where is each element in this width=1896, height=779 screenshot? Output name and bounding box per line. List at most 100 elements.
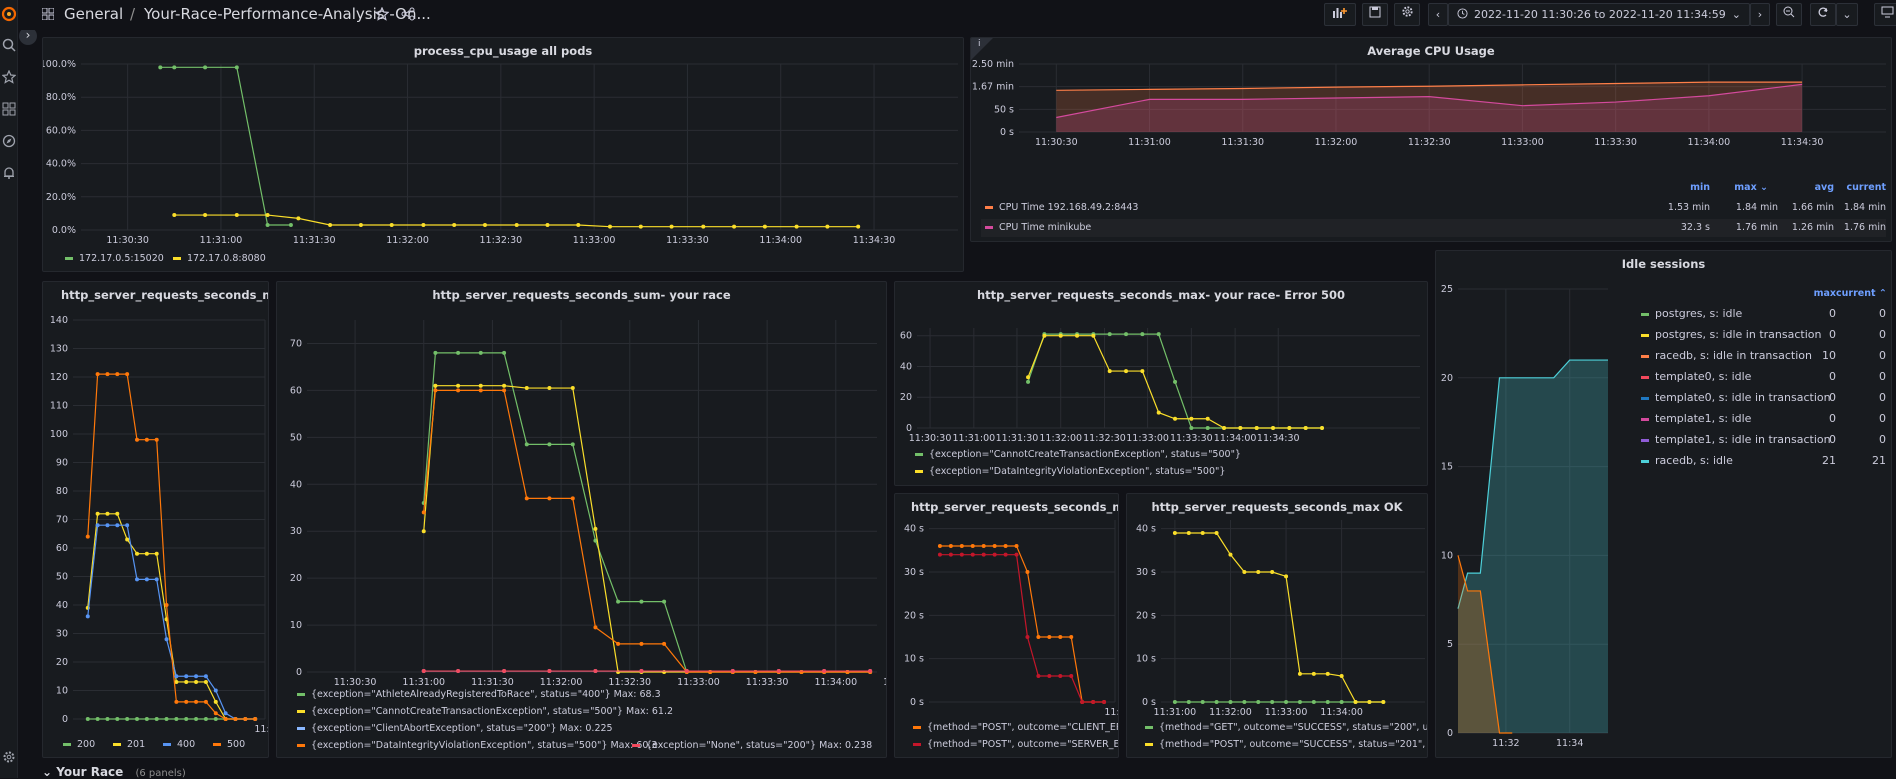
row-header-your-race[interactable]: ⌄ Your Race (6 panels) xyxy=(42,765,186,779)
y-tick-label: 10 s xyxy=(1136,654,1156,665)
legend-item[interactable]: {exception="CannotCreateTransactionExcep… xyxy=(915,449,1241,460)
x-tick-label: 11:30:30 xyxy=(106,235,149,246)
y-tick-label: 60 xyxy=(56,543,68,554)
gear-icon xyxy=(1401,6,1414,21)
legend-item[interactable]: {method="GET", outcome="SUCCESS", status… xyxy=(1145,722,1427,733)
zoom-out-button[interactable] xyxy=(1776,3,1802,26)
data-point xyxy=(1311,671,1316,676)
legend-item[interactable]: {exception="DataIntegrityViolationExcept… xyxy=(297,740,657,751)
series-line xyxy=(87,513,256,720)
legend-label: template0, s: idle in transaction xyxy=(1655,391,1831,404)
header-current[interactable]: current xyxy=(1836,179,1886,197)
x-tick-label: 11:34:30 xyxy=(1257,433,1300,444)
panel-avg-cpu[interactable]: i Average CPU Usage 0 s 50 s 1.67 min 2.50 … xyxy=(970,37,1892,242)
legend-label: 172.17.0.8:8080 xyxy=(187,253,266,264)
legend-row[interactable]: CPU Time 192.168.49.2:8443 1.53 min 1.84… xyxy=(981,199,1886,217)
data-point xyxy=(981,552,986,557)
legend-item[interactable]: 172.17.0.5:15020 xyxy=(65,253,164,264)
view-mode-button[interactable] xyxy=(1874,3,1896,26)
legend-row[interactable]: postgres, s: idle in transaction 0 0 xyxy=(1641,326,1886,344)
data-point xyxy=(105,717,110,721)
data-point xyxy=(1014,552,1019,557)
panel-req-sum[interactable]: http_server_requests_seconds_sum- your r… xyxy=(276,281,887,758)
chart-idle-sessions: 0 5 10 15 20 25 11:32 11:34 xyxy=(1441,284,1608,749)
header-max[interactable]: max xyxy=(1806,285,1836,303)
add-panel-button[interactable] xyxy=(1324,3,1356,26)
data-point xyxy=(1205,416,1210,421)
legend-label: {method="POST", outcome="CLIENT_ERR xyxy=(927,722,1119,733)
panel-idle-sessions[interactable]: Idle sessions 0 5 10 15 20 25 11:32 11:34 max c… xyxy=(1435,250,1892,758)
dashboard-settings-button[interactable] xyxy=(1394,3,1420,26)
header-max[interactable]: max ⌄ xyxy=(1718,179,1768,197)
legend-item[interactable]: {exception="DataIntegrityViolationExcept… xyxy=(915,466,1225,477)
star-icon[interactable] xyxy=(374,6,390,24)
header-min[interactable]: min xyxy=(1660,179,1710,197)
share-icon[interactable] xyxy=(401,7,415,24)
data-point xyxy=(125,537,130,542)
data-point xyxy=(1091,700,1096,704)
search-icon[interactable] xyxy=(0,38,18,56)
data-point xyxy=(639,599,644,604)
time-picker[interactable]: 2022-11-20 11:30:26 to 2022-11-20 11:34:… xyxy=(1448,3,1750,26)
legend-max: 0 xyxy=(1829,370,1836,383)
legend-row[interactable]: template1, s: idle 0 0 xyxy=(1641,410,1886,428)
data-point xyxy=(389,223,394,228)
explore-icon[interactable] xyxy=(0,134,18,152)
legend-item[interactable]: {method="POST", outcome="CLIENT_ERR xyxy=(913,722,1119,733)
data-point xyxy=(1047,635,1052,639)
legend-item[interactable]: 400 xyxy=(163,739,195,750)
x-tick-label: 11:32:00 xyxy=(540,677,583,688)
legend-item[interactable]: {exception="ClientAbortException", statu… xyxy=(297,723,613,734)
legend-row[interactable]: postgres, s: idle 0 0 xyxy=(1641,305,1886,323)
data-point xyxy=(607,224,612,229)
settings-icon[interactable] xyxy=(0,750,18,768)
legend-row[interactable]: template1, s: idle in transaction 0 0 xyxy=(1641,431,1886,449)
legend-swatch xyxy=(1145,743,1153,746)
y-tick-label: 130 xyxy=(50,344,68,355)
star-icon[interactable] xyxy=(0,69,18,88)
panel-req-err500[interactable]: http_server_requests_seconds_max- your r… xyxy=(894,281,1428,486)
legend-item[interactable]: {method="POST", outcome="SERVER_ERR xyxy=(913,739,1118,750)
dashboards-icon[interactable] xyxy=(0,102,18,120)
header-current[interactable]: current ⌃ xyxy=(1836,285,1887,303)
y-tick-label: 80.0% xyxy=(46,92,76,103)
breadcrumb-section[interactable]: General xyxy=(64,5,123,23)
legend-row[interactable]: template0, s: idle in transaction 0 0 xyxy=(1641,389,1886,407)
legend-item[interactable]: {exception="None", status="200"} Max: 0.… xyxy=(632,740,872,751)
apps-icon[interactable] xyxy=(41,7,55,23)
legend-row[interactable]: racedb, s: idle 21 21 xyxy=(1641,452,1886,470)
refresh-interval-dropdown[interactable]: ⌄ xyxy=(1836,3,1858,26)
panel-req-max-small[interactable]: http_server_requests_seconds_max ... 0 s… xyxy=(894,493,1119,758)
legend-row[interactable]: CPU Time minikube 32.3 s 1.76 min 1.26 m… xyxy=(981,219,1886,237)
legend-item[interactable]: 172.17.0.8:8080 xyxy=(173,253,266,264)
panel-cpu-all-pods[interactable]: process_cpu_usage all pods 0.0% 20.0% 40.0… xyxy=(42,37,964,272)
data-point xyxy=(662,641,667,646)
legend-item[interactable]: {exception="CannotCreateTransactionExcep… xyxy=(297,706,673,717)
legend-item[interactable]: 201 xyxy=(113,739,145,750)
time-shift-forward-button[interactable]: › xyxy=(1750,3,1770,26)
panel-req-max-ok[interactable]: http_server_requests_seconds_max OK 0 s1… xyxy=(1126,493,1428,758)
alerting-icon[interactable] xyxy=(0,166,18,184)
header-avg[interactable]: avg xyxy=(1784,179,1834,197)
legend-item[interactable]: {exception="AthleteAlreadyRegisteredToRa… xyxy=(297,689,661,700)
legend-swatch xyxy=(1641,459,1649,463)
x-tick-label: 11:32:00 xyxy=(386,235,429,246)
panel-req-max[interactable]: http_server_requests_seconds_max- ... 01… xyxy=(42,281,269,758)
grafana-logo[interactable] xyxy=(0,6,18,26)
legend-item[interactable]: {method="POST", outcome="SUCCESS", statu… xyxy=(1145,739,1427,750)
legend-row[interactable]: template0, s: idle 0 0 xyxy=(1641,368,1886,386)
data-point xyxy=(456,388,461,393)
legend-row[interactable]: racedb, s: idle in transaction 10 0 xyxy=(1641,347,1886,365)
data-point xyxy=(1156,410,1161,415)
data-point xyxy=(1124,332,1129,337)
legend-table: min max ⌄ avg current CPU Time 192.168.4… xyxy=(981,179,1886,239)
refresh-button[interactable] xyxy=(1810,3,1836,26)
series-line xyxy=(423,385,871,673)
data-point xyxy=(1254,426,1259,430)
time-shift-back-button[interactable]: ‹ xyxy=(1428,3,1448,26)
legend-item[interactable]: 500 xyxy=(213,739,245,750)
save-button[interactable] xyxy=(1362,3,1388,26)
clock-icon xyxy=(1457,5,1468,26)
data-point xyxy=(524,496,529,501)
legend-item[interactable]: 200 xyxy=(63,739,95,750)
